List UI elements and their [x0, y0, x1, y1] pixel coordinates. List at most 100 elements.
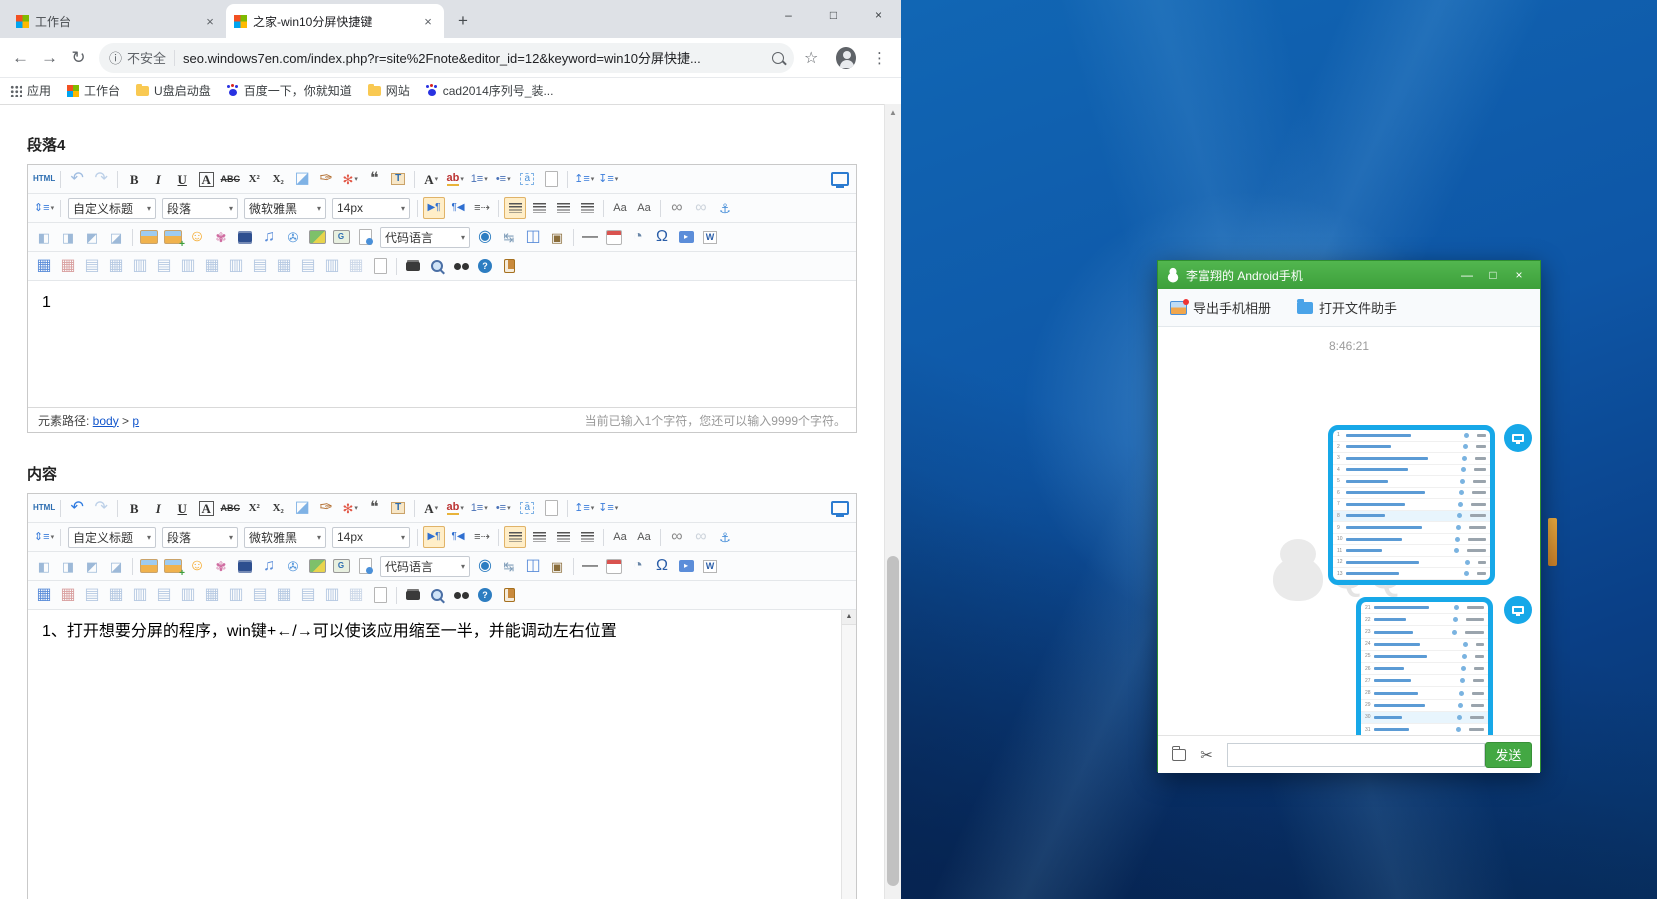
search-replace-icon[interactable] — [450, 255, 472, 277]
delete-table-icon[interactable]: ▦ — [57, 584, 79, 606]
ordered-list-icon[interactable]: 1≡▾ — [468, 497, 490, 519]
print-icon[interactable] — [402, 584, 424, 606]
to-lowercase-icon[interactable]: Aa — [633, 197, 655, 219]
merge-down-icon[interactable]: ▤ — [249, 584, 271, 606]
table-sort-icon[interactable] — [369, 255, 391, 277]
image-center-icon[interactable]: ◩ — [81, 226, 103, 248]
merge-right-icon[interactable]: ▥ — [225, 584, 247, 606]
delete-table-icon[interactable]: ▦ — [57, 255, 79, 277]
space-after-paragraph-icon[interactable]: ↧≡▾ — [597, 168, 619, 190]
scrollbar-thumb[interactable] — [887, 556, 899, 886]
font-color-icon[interactable]: A▾ — [420, 497, 442, 519]
link-icon[interactable]: ∞ — [666, 526, 688, 548]
sent-to-computer-badge-icon[interactable] — [1504, 424, 1532, 452]
split-col-icon[interactable]: ▥ — [321, 255, 343, 277]
help-icon[interactable]: ? — [474, 255, 496, 277]
split-cell-icon[interactable]: ▦ — [273, 255, 295, 277]
image-float-right-icon[interactable]: ◪ — [105, 555, 127, 577]
horizontal-rule-icon[interactable]: — — [579, 226, 601, 248]
scrollbar-up-arrow[interactable]: ▲ — [842, 610, 856, 625]
font-border-icon[interactable]: A — [195, 497, 217, 519]
strikethrough-icon[interactable]: ABC — [219, 497, 241, 519]
redo-icon[interactable]: ↷ — [90, 168, 112, 190]
scrawl-icon[interactable]: ✾ — [210, 226, 232, 248]
insert-video-icon[interactable] — [234, 555, 256, 577]
insert-iframe-icon[interactable] — [354, 226, 376, 248]
ordered-list-icon[interactable]: 1≡▾ — [468, 168, 490, 190]
split-col-icon[interactable]: ▥ — [321, 584, 343, 606]
full-split-icon[interactable]: ▦ — [345, 255, 367, 277]
insert-time-icon[interactable]: ◔ — [627, 555, 649, 577]
space-before-paragraph-icon[interactable]: ↥≡▾ — [573, 168, 595, 190]
new-page-icon[interactable] — [540, 497, 562, 519]
maximize-button[interactable]: □ — [811, 0, 856, 30]
tab-close-icon[interactable]: × — [420, 13, 436, 29]
close-button[interactable]: × — [856, 0, 901, 30]
align-left-icon[interactable] — [504, 526, 526, 548]
send-file-folder-icon[interactable] — [1172, 749, 1186, 761]
pagebreak-icon[interactable]: ↹ — [498, 226, 520, 248]
browser-menu-icon[interactable]: ⋮ — [872, 49, 887, 67]
blockquote-icon[interactable]: ❝ — [363, 497, 385, 519]
attachment-icon[interactable]: ✇ — [282, 226, 304, 248]
font-size-select[interactable]: 14px▾ — [332, 527, 410, 548]
link-icon[interactable]: ∞ — [666, 197, 688, 219]
subscript-icon[interactable]: X₂ — [267, 497, 289, 519]
scrawl-icon[interactable]: ✾ — [210, 555, 232, 577]
indent-first-line-icon[interactable]: ▶¶ — [423, 197, 445, 219]
custom-style-select[interactable]: 自定义标题▾ — [68, 198, 156, 219]
preview-icon[interactable] — [426, 584, 448, 606]
font-family-select[interactable]: 微软雅黑▾ — [244, 198, 326, 219]
superscript-icon[interactable]: X² — [243, 497, 265, 519]
editor-content[interactable]: 1、打开想要分屏的程序，win键+←/→可以使该应用缩至一半，并能调动左右位置▲ — [28, 610, 856, 899]
page-info-icon[interactable]: ⓘ — [109, 48, 122, 67]
superscript-icon[interactable]: X² — [243, 168, 265, 190]
search-replace-icon[interactable] — [450, 584, 472, 606]
align-right-icon[interactable] — [552, 197, 574, 219]
horizontal-rule-icon[interactable]: — — [579, 555, 601, 577]
google-map-icon[interactable]: G — [330, 226, 352, 248]
fullscreen-icon[interactable] — [829, 497, 851, 519]
delete-col-icon[interactable]: ▥ — [177, 584, 199, 606]
space-before-paragraph-icon[interactable]: ↥≡▾ — [573, 497, 595, 519]
table-sort-icon[interactable] — [369, 584, 391, 606]
blockquote-icon[interactable]: ❝ — [363, 168, 385, 190]
insert-music-icon[interactable]: ♫ — [258, 555, 280, 577]
delete-row-icon[interactable]: ▤ — [153, 584, 175, 606]
line-height-icon[interactable]: ⇕≡▾ — [33, 526, 55, 548]
align-right-icon[interactable] — [552, 526, 574, 548]
space-after-paragraph-icon[interactable]: ↧≡▾ — [597, 497, 619, 519]
unlink-icon[interactable]: ∞ — [690, 526, 712, 548]
bookmark-item[interactable]: 应用 — [10, 82, 51, 99]
template-icon[interactable]: ◫ — [522, 226, 544, 248]
indent-first-line-icon[interactable]: ▶¶ — [423, 526, 445, 548]
full-split-icon[interactable]: ▦ — [345, 584, 367, 606]
insert-iframe-icon[interactable] — [354, 555, 376, 577]
delete-row-icon[interactable]: ▤ — [153, 255, 175, 277]
fullscreen-icon[interactable] — [829, 168, 851, 190]
file-assistant-button[interactable]: 打开文件助手 — [1297, 298, 1397, 317]
tab-workbench[interactable]: 工作台 × — [8, 4, 226, 38]
google-map-icon[interactable]: G — [330, 555, 352, 577]
html-source-icon[interactable]: HTML — [33, 497, 55, 519]
new-tab-button[interactable]: + — [450, 8, 476, 34]
insert-image-icon[interactable] — [138, 226, 160, 248]
print-icon[interactable] — [402, 255, 424, 277]
bookmark-item[interactable]: 工作台 — [67, 82, 120, 99]
phone-screenshot-1[interactable]: 12345678910111213 — [1328, 425, 1495, 585]
template-icon[interactable]: ◫ — [522, 555, 544, 577]
merge-right-icon[interactable]: ▥ — [225, 255, 247, 277]
insert-code-icon[interactable]: ◉ — [474, 226, 496, 248]
address-bar[interactable]: ⓘ 不安全 seo.windows7en.com/index.php?r=sit… — [99, 43, 794, 73]
message-input[interactable] — [1227, 743, 1485, 767]
font-family-select[interactable]: 微软雅黑▾ — [244, 527, 326, 548]
font-color-icon[interactable]: A▾ — [420, 168, 442, 190]
paragraph-rtl-icon[interactable]: ¶◀ — [447, 526, 469, 548]
insert-table-icon[interactable]: ▦ — [33, 255, 55, 277]
bookmark-item[interactable]: U盘启动盘 — [136, 82, 211, 99]
to-uppercase-icon[interactable]: Aa — [609, 526, 631, 548]
snapscreen-icon[interactable]: ▣ — [546, 226, 568, 248]
preview-icon[interactable] — [426, 255, 448, 277]
to-lowercase-icon[interactable]: Aa — [633, 526, 655, 548]
multi-image-icon[interactable] — [162, 226, 184, 248]
